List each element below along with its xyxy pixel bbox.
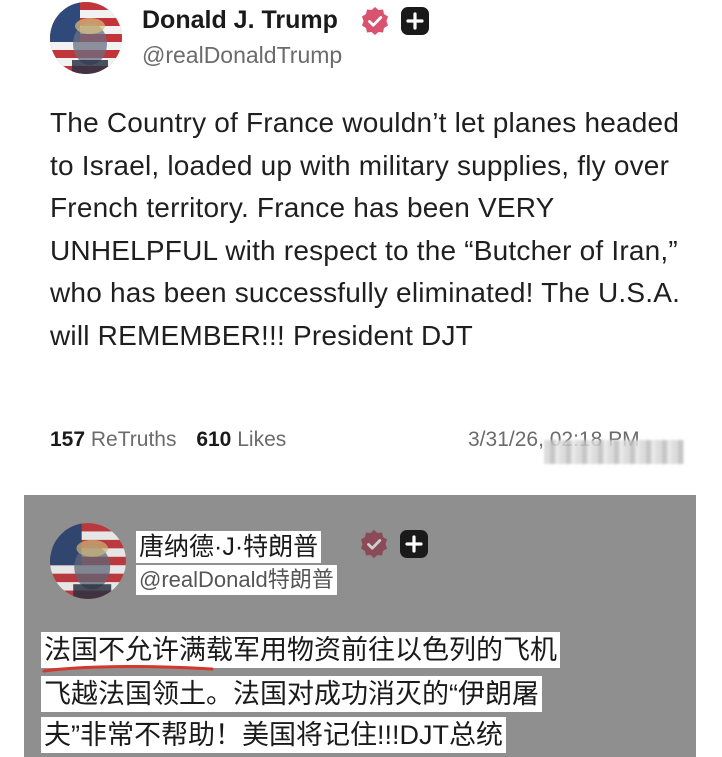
original-post-card: Donald J. Trump @realDonaldTrump The Cou… [0,0,722,490]
display-name-translated[interactable]: 唐纳德·J·特朗普 [136,531,322,563]
plus-icon[interactable] [399,529,429,559]
likes-label[interactable]: Likes [237,428,286,451]
post-body-text: The Country of France wouldn’t let plane… [50,107,681,351]
translated-text-line-2: 飞越法国领土。法国对成功消灭的“伊朗屠 [41,676,542,712]
avatar-image-translated [50,523,126,599]
translated-text-line-3: 夫”非常不帮助！美国将记住!!!DJT总统 [41,717,506,753]
user-handle-translated[interactable]: @realDonald特朗普 [136,565,337,595]
translated-post-card: 唐纳德·J·特朗普 @realDonald特朗普 法国不允许满载军用物资前往以色… [24,495,696,757]
retruths-label[interactable]: ReTruths [91,428,177,451]
avatar-image [50,2,122,74]
display-name[interactable]: Donald J. Trump [142,6,338,35]
user-handle[interactable]: @realDonaldTrump [142,42,342,69]
likes-count: 610 [196,428,232,451]
profile-avatar-translated[interactable] [50,523,126,599]
translated-text-line-1: 法国不允许满载军用物资前往以色列的飞机 [41,632,560,668]
verified-badge-icon [362,7,388,35]
watermark-blur [544,440,684,464]
screenshot-page: Donald J. Trump @realDonaldTrump The Cou… [0,0,722,757]
post-stats: 157 ReTruths 610 Likes [50,428,286,452]
plus-icon[interactable] [400,6,430,36]
verified-badge-icon [361,530,387,558]
profile-avatar[interactable] [50,2,122,74]
retruths-count: 157 [50,428,86,451]
